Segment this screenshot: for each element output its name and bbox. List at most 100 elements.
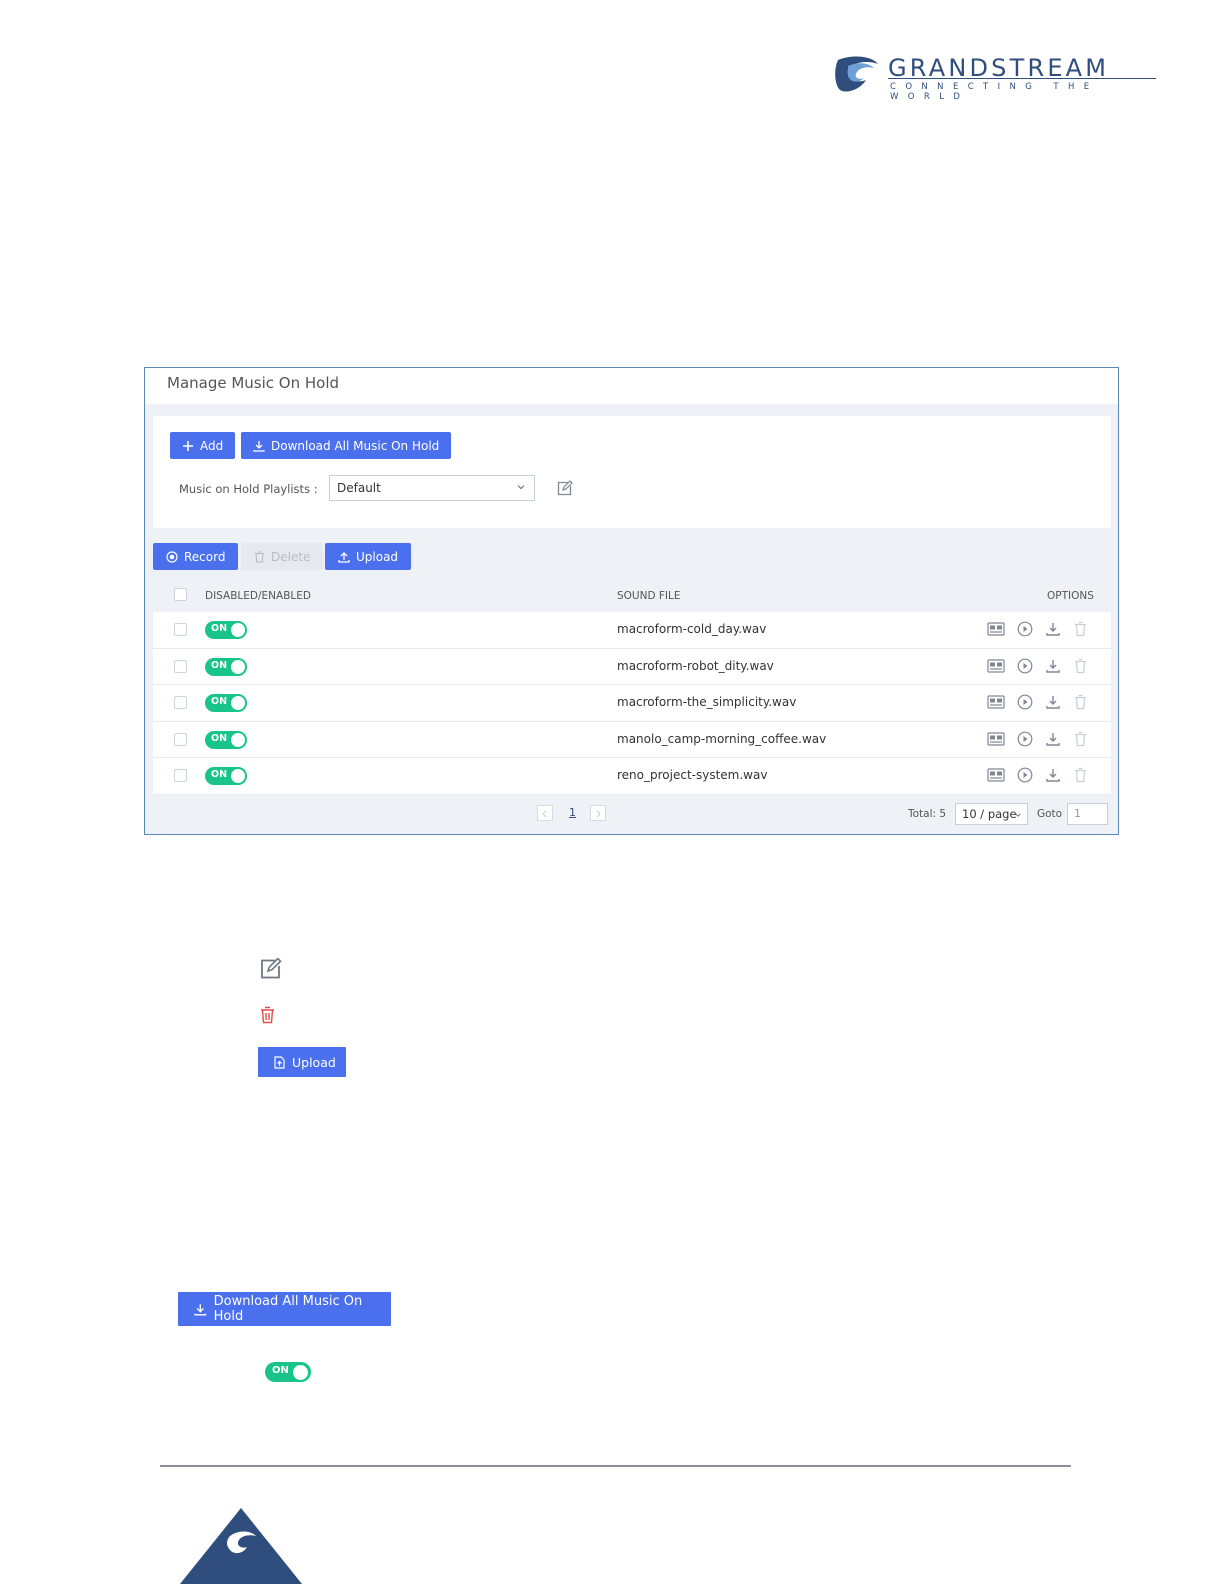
legend-download-all-button: Download All Music On Hold xyxy=(178,1292,391,1326)
add-button[interactable]: Add xyxy=(170,432,236,459)
upload-button[interactable]: Upload xyxy=(325,543,412,570)
download-icon[interactable] xyxy=(1045,767,1061,787)
page-number-current[interactable]: 1 xyxy=(569,806,576,819)
table-row: ON macroform-the_simplicity.wav xyxy=(153,685,1111,722)
select-all-checkbox[interactable] xyxy=(174,588,187,601)
chevron-left-icon xyxy=(542,810,547,818)
upload-icon xyxy=(338,551,350,563)
brand-tagline: CONNECTING THE WORLD xyxy=(890,82,1099,102)
row-checkbox[interactable] xyxy=(174,659,187,673)
toggle-label: ON xyxy=(211,769,228,781)
record-button-label: Record xyxy=(184,549,226,564)
toggle-knob xyxy=(231,623,245,637)
record-icon xyxy=(166,550,178,563)
playlist-label: Music on Hold Playlists : xyxy=(179,482,318,496)
delete-button-label: Delete xyxy=(271,549,311,564)
play-icon[interactable] xyxy=(1017,621,1033,641)
edit-playlist-icon[interactable] xyxy=(556,480,573,497)
record-button[interactable]: Record xyxy=(153,543,239,570)
sound-file-name: macroform-cold_day.wav xyxy=(617,622,767,636)
enable-toggle[interactable]: ON xyxy=(205,730,247,749)
goto-input[interactable]: 1 xyxy=(1067,803,1108,825)
legend-toggle-label: ON xyxy=(272,1365,289,1376)
panel-title-bar: Manage Music On Hold xyxy=(145,368,1118,404)
plus-icon xyxy=(183,440,193,451)
table-row: ON reno_project-system.wav xyxy=(153,758,1111,795)
play-icon[interactable] xyxy=(1017,658,1033,678)
table-row: ON manolo_camp-morning_coffee.wav xyxy=(153,721,1111,759)
goto-label: Goto xyxy=(1037,808,1063,820)
toggle-label: ON xyxy=(211,696,228,708)
music-on-hold-table: DISABLED/ENABLED SOUND FILE OPTIONS ON ma… xyxy=(153,580,1111,795)
sound-file-name: reno_project-system.wav xyxy=(617,768,768,783)
play-icon[interactable] xyxy=(1017,731,1033,751)
sound-file-name: macroform-robot_dity.wav xyxy=(617,658,774,673)
chevron-right-icon xyxy=(596,810,601,818)
legend-download-all-label: Download All Music On Hold xyxy=(213,1294,363,1324)
table-header: DISABLED/ENABLED SOUND FILE OPTIONS xyxy=(153,580,1111,612)
trash-icon[interactable] xyxy=(1074,621,1087,641)
toggle-knob xyxy=(231,769,245,784)
trash-icon[interactable] xyxy=(1074,658,1087,678)
trash-icon[interactable] xyxy=(1074,731,1087,751)
table-body: ON macroform-cold_day.wav ON macroform-robo… xyxy=(153,612,1111,795)
row-checkbox[interactable] xyxy=(174,696,187,710)
enable-toggle[interactable]: ON xyxy=(205,621,247,639)
view-details-icon[interactable] xyxy=(987,694,1005,713)
enable-toggle[interactable]: ON xyxy=(205,767,247,786)
download-icon[interactable] xyxy=(1045,731,1061,751)
toggle-label: ON xyxy=(211,732,228,744)
toggle-knob xyxy=(293,1364,308,1380)
legend-upload-label: Upload xyxy=(292,1054,336,1070)
sound-file-name: macroform-the_simplicity.wav xyxy=(617,695,797,710)
enable-toggle[interactable]: ON xyxy=(205,694,247,713)
trash-icon xyxy=(255,550,264,563)
header-enabled: DISABLED/ENABLED xyxy=(205,590,311,602)
total-count: Total: 5 xyxy=(908,808,947,820)
row-checkbox[interactable] xyxy=(174,769,187,783)
trash-icon xyxy=(261,1006,274,1024)
play-icon[interactable] xyxy=(1017,694,1033,714)
brand-divider xyxy=(888,78,1156,79)
download-icon xyxy=(194,1303,207,1315)
download-icon[interactable] xyxy=(1045,658,1061,678)
per-page-select[interactable]: 10 / page xyxy=(955,803,1028,825)
row-checkbox[interactable] xyxy=(174,732,187,746)
next-page-button[interactable] xyxy=(590,805,606,821)
chevron-down-icon xyxy=(517,485,525,490)
sound-file-name: manolo_camp-morning_coffee.wav xyxy=(617,731,827,746)
chevron-down-icon xyxy=(1015,813,1021,817)
trash-icon[interactable] xyxy=(1074,694,1087,714)
playlist-card: Add Download All Music On Hold Music on … xyxy=(153,416,1111,528)
view-details-icon[interactable] xyxy=(987,621,1005,640)
view-details-icon[interactable] xyxy=(987,731,1005,750)
header-options: OPTIONS xyxy=(1047,590,1094,602)
footer-divider xyxy=(160,1465,1071,1467)
upload-button-label: Upload xyxy=(356,549,399,564)
legend-toggle-on: ON xyxy=(265,1362,311,1382)
view-details-icon[interactable] xyxy=(987,658,1005,677)
edit-icon xyxy=(261,957,282,979)
playlist-select-value: Default xyxy=(337,481,381,495)
delete-button[interactable]: Delete xyxy=(241,543,324,570)
enable-toggle[interactable]: ON xyxy=(205,657,247,676)
view-details-icon[interactable] xyxy=(987,767,1005,786)
table-row: ON macroform-cold_day.wav xyxy=(153,612,1111,649)
download-icon[interactable] xyxy=(1045,621,1061,641)
toggle-label: ON xyxy=(211,659,228,671)
footer-grandstream-logo-icon xyxy=(180,1508,302,1584)
manage-music-on-hold-panel: Manage Music On Hold Add Download All Mu… xyxy=(144,367,1119,835)
row-checkbox[interactable] xyxy=(174,623,187,636)
playlist-select[interactable]: Default xyxy=(329,475,535,501)
trash-icon[interactable] xyxy=(1074,767,1087,787)
toggle-knob xyxy=(231,659,245,674)
prev-page-button[interactable] xyxy=(537,805,553,821)
download-all-button[interactable]: Download All Music On Hold xyxy=(241,432,452,459)
play-icon[interactable] xyxy=(1017,767,1033,787)
download-icon[interactable] xyxy=(1045,694,1061,714)
header-sound-file: SOUND FILE xyxy=(617,590,681,602)
panel-title: Manage Music On Hold xyxy=(167,374,340,392)
pagination: 1 Total: 5 10 / page Goto 1 xyxy=(153,796,1111,830)
per-page-value: 10 / page xyxy=(962,807,1017,821)
grandstream-logo: GRANDSTREAM CONNECTING THE WORLD xyxy=(834,54,1158,102)
